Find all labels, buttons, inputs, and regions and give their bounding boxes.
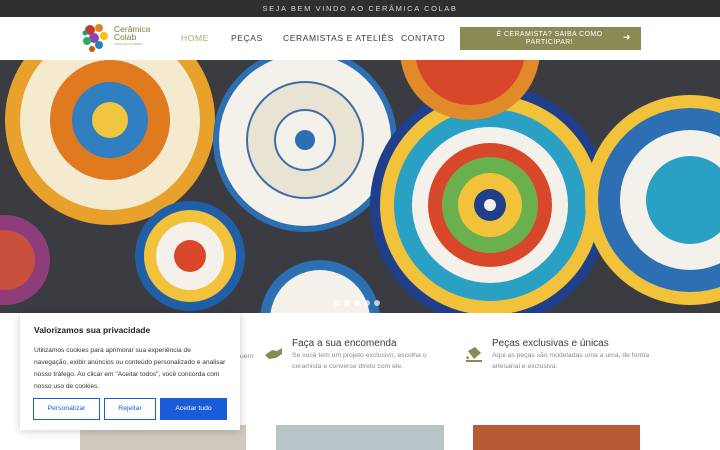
customize-button[interactable]: Personalizar bbox=[33, 398, 100, 420]
slider-dot[interactable] bbox=[354, 300, 360, 306]
site-header: Cerâmica Colab Juntos Somos Melhor HOME … bbox=[0, 17, 720, 60]
slider-dot[interactable] bbox=[334, 300, 340, 306]
slider-dot[interactable] bbox=[374, 300, 380, 306]
feature-1-desc-fragment: uem bbox=[240, 353, 254, 360]
logo-tagline: Juntos Somos Melhor bbox=[114, 42, 144, 46]
hand-pointer-icon bbox=[265, 348, 282, 359]
slider-dot[interactable] bbox=[364, 300, 370, 306]
hero-slider[interactable] bbox=[0, 60, 720, 313]
cta-label: É CERAMISTA? SAIBA COMO PARTICIPAR! bbox=[496, 31, 603, 46]
welcome-text: SEJA BEM VINDO AO CERÂMICA COLAB bbox=[262, 4, 458, 13]
feature-2-desc: Se você tem um projeto exclusivo, escolh… bbox=[292, 352, 427, 370]
reject-button[interactable]: Rejeitar bbox=[104, 398, 156, 420]
cookie-consent-banner: Valorizamos sua privacidade Utilizamos c… bbox=[20, 313, 240, 430]
feature-3-title: Peças exclusivas e únicas bbox=[492, 338, 609, 349]
accept-all-button[interactable]: Aceitar tudo bbox=[160, 398, 227, 420]
feature-3-desc: Aqui as peças são modeladas uma a uma, d… bbox=[492, 352, 650, 370]
nav-contato[interactable]: CONTATO bbox=[401, 17, 445, 60]
arrow-right-icon: ➜ bbox=[623, 32, 631, 42]
logo-line-2: Colab bbox=[114, 32, 137, 42]
nav-home[interactable]: HOME bbox=[181, 17, 209, 60]
welcome-bar: SEJA BEM VINDO AO CERÂMICA COLAB bbox=[0, 0, 720, 17]
cookie-text: Utilizamos cookies para aprimorar sua ex… bbox=[34, 347, 226, 390]
product-card-3[interactable] bbox=[473, 425, 640, 450]
cookie-title: Valorizamos sua privacidade bbox=[34, 325, 151, 335]
slider-dot-active[interactable] bbox=[344, 300, 350, 306]
nav-pecas[interactable]: PEÇAS bbox=[231, 17, 263, 60]
nav-ceramistas[interactable]: CERAMISTAS E ATELIÊS bbox=[283, 17, 394, 60]
slider-dots bbox=[334, 300, 380, 306]
logo-wordmark: Cerâmica Colab bbox=[114, 25, 150, 42]
hero-plates-image bbox=[0, 60, 720, 313]
feature-2-title: Faça a sua encomenda bbox=[292, 338, 397, 349]
site-logo[interactable]: Cerâmica Colab Juntos Somos Melhor bbox=[80, 21, 160, 55]
ceramist-cta-button[interactable]: É CERAMISTA? SAIBA COMO PARTICIPAR! ➜ bbox=[460, 27, 641, 50]
logo-mosaic-icon bbox=[82, 24, 108, 52]
product-card-2[interactable] bbox=[276, 425, 444, 450]
paint-bucket-icon bbox=[466, 347, 482, 362]
